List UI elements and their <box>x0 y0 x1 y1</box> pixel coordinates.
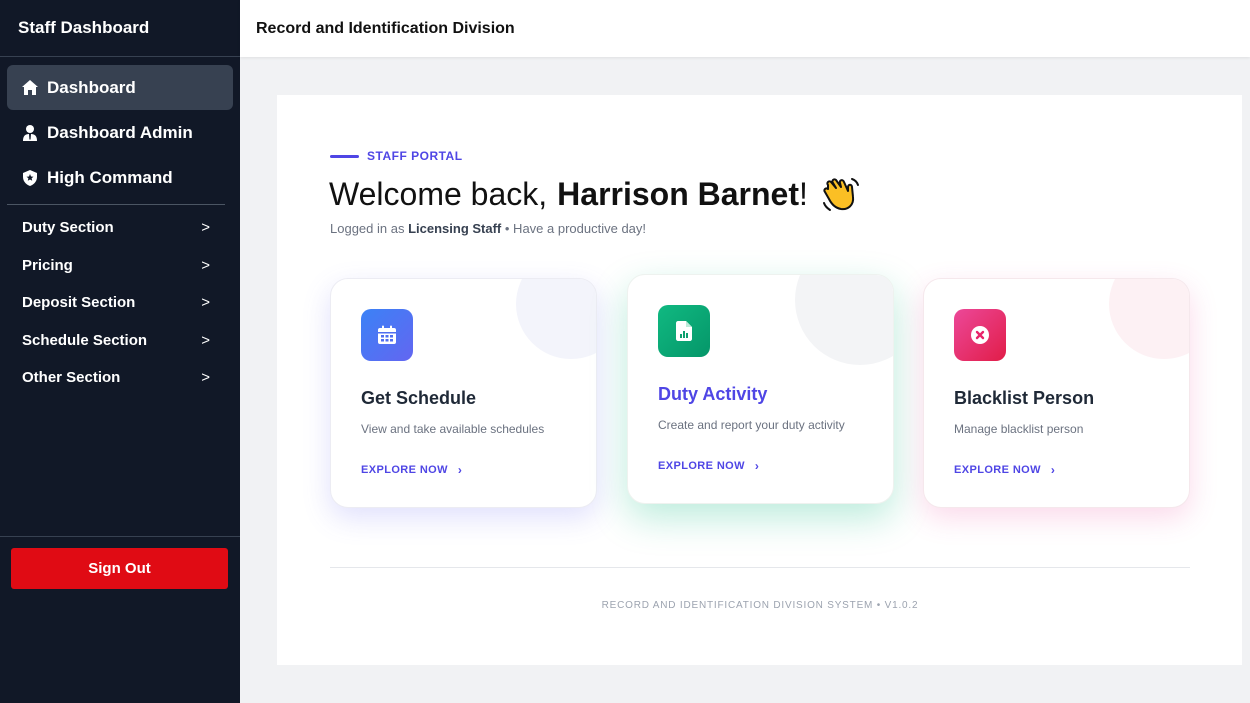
explore-now-label: EXPLORE NOW <box>361 464 448 476</box>
sidebar-item-other-section[interactable]: Other Section > <box>0 359 240 397</box>
chevron-right-icon: > <box>201 256 210 274</box>
eyebrow-text: STAFF PORTAL <box>367 149 463 163</box>
sidebar-item-pricing[interactable]: Pricing > <box>0 247 240 285</box>
eyebrow-bar <box>330 154 359 158</box>
logged-in-prefix: Logged in as <box>330 221 405 236</box>
shield-icon <box>22 169 38 186</box>
explore-now-label: EXPLORE NOW <box>658 460 745 472</box>
user-name: Harrison Barnet <box>557 175 799 212</box>
chevron-right-icon: > <box>201 331 210 349</box>
welcome-heading: Welcome back, Harrison Barnet! <box>329 175 860 213</box>
sidebar-item-label: Schedule Section <box>22 331 148 349</box>
top-header: Record and Identification Division <box>240 0 1250 57</box>
sidebar-item-label: Pricing <box>22 256 73 274</box>
chevron-right-icon: > <box>201 369 210 387</box>
footer-divider <box>330 567 1190 568</box>
sidebar-item-label: Dashboard Admin <box>47 122 193 142</box>
card-title: Duty Activity <box>658 384 768 404</box>
explore-now-link[interactable]: EXPLORE NOW › <box>954 463 1055 477</box>
chevron-right-icon: > <box>201 219 210 237</box>
card-title: Blacklist Person <box>954 388 1095 408</box>
sidebar: Staff Dashboard Dashboard Dashboard Admi… <box>0 0 240 703</box>
chevron-right-icon: › <box>754 459 760 473</box>
sidebar-item-label: Other Section <box>22 369 121 387</box>
sidebar-item-label: Duty Section <box>22 219 114 237</box>
explore-now-link[interactable]: EXPLORE NOW › <box>361 463 462 477</box>
card-description: Manage blacklist person <box>954 422 1084 436</box>
sidebar-item-label: Deposit Section <box>22 294 136 312</box>
eyebrow-label: STAFF PORTAL <box>330 149 463 163</box>
welcome-suffix: ! <box>799 175 808 212</box>
get-schedule-card[interactable]: Get Schedule View and take available sch… <box>330 278 597 508</box>
sidebar-item-deposit-section[interactable]: Deposit Section > <box>0 284 240 322</box>
blacklist-person-card[interactable]: Blacklist Person Manage blacklist person… <box>923 278 1190 508</box>
duty-activity-card[interactable]: Duty Activity Create and report your dut… <box>627 274 894 504</box>
sidebar-item-schedule-section[interactable]: Schedule Section > <box>0 322 240 360</box>
sidebar-item-dashboard-admin[interactable]: Dashboard Admin <box>7 110 233 155</box>
waving-hand-icon <box>822 175 860 213</box>
user-role: Licensing Staff <box>408 221 502 236</box>
chevron-right-icon: > <box>201 294 210 312</box>
sidebar-divider <box>7 204 225 205</box>
explore-now-link[interactable]: EXPLORE NOW › <box>658 459 759 473</box>
logged-in-status: Logged in as Licensing Staff • Have a pr… <box>330 221 646 236</box>
sidebar-item-dashboard[interactable]: Dashboard <box>7 65 233 110</box>
report-file-icon <box>658 305 710 357</box>
sidebar-nav: Dashboard Dashboard Admin High Command <box>0 57 240 200</box>
home-icon <box>22 80 38 96</box>
sidebar-sections: Duty Section > Pricing > Deposit Section… <box>0 209 240 397</box>
card-description: View and take available schedules <box>361 422 545 436</box>
x-circle-icon <box>954 309 1006 361</box>
welcome-prefix: Welcome back, <box>329 175 548 212</box>
sidebar-item-duty-section[interactable]: Duty Section > <box>0 209 240 247</box>
sign-out-button[interactable]: Sign Out <box>11 548 228 589</box>
logged-in-suffix: • Have a productive day! <box>504 221 647 236</box>
footer-version: RECORD AND IDENTIFICATION DIVISION SYSTE… <box>601 600 919 611</box>
card-title: Get Schedule <box>361 388 477 408</box>
chevron-right-icon: › <box>1050 463 1056 477</box>
sidebar-item-label: Dashboard <box>47 77 136 97</box>
decorative-circle <box>1109 279 1189 359</box>
explore-now-label: EXPLORE NOW <box>954 464 1041 476</box>
user-tie-icon <box>22 124 38 141</box>
sidebar-brand: Staff Dashboard <box>0 0 240 57</box>
sidebar-item-label: High Command <box>47 167 173 187</box>
card-description: Create and report your duty activity <box>658 418 845 432</box>
decorative-circle <box>516 279 596 359</box>
decorative-circle <box>795 275 893 365</box>
calendar-icon <box>361 309 413 361</box>
page-title: Record and Identification Division <box>256 19 515 37</box>
chevron-right-icon: › <box>457 463 463 477</box>
welcome-panel: STAFF PORTAL Welcome back, Harrison Barn… <box>277 95 1242 665</box>
sidebar-bottom-divider <box>0 536 240 537</box>
sidebar-item-high-command[interactable]: High Command <box>7 155 233 200</box>
